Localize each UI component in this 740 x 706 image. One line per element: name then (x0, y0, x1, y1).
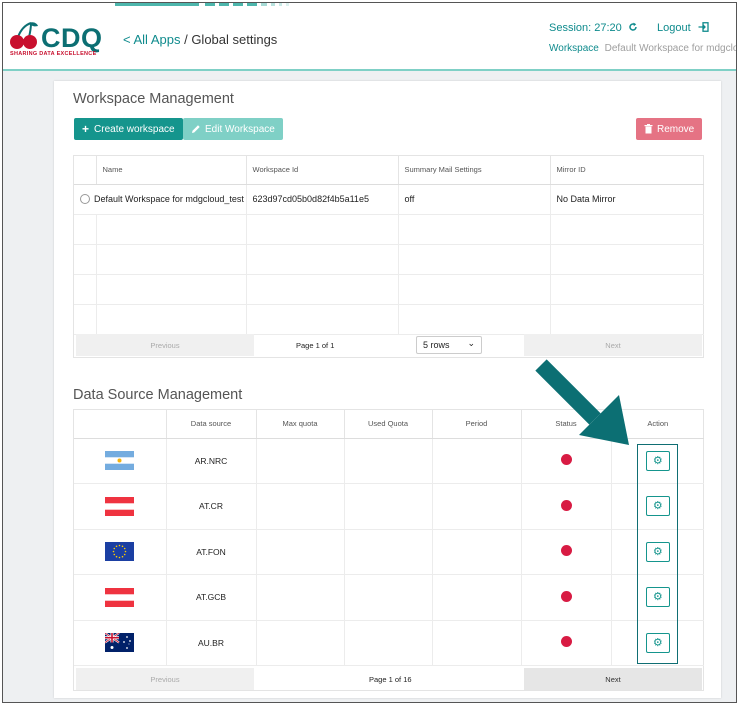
status-indicator (560, 499, 572, 511)
page-title: Global settings (191, 32, 278, 47)
trash-icon (644, 124, 653, 134)
max-quota-cell (255, 529, 344, 575)
select-column-header (74, 155, 96, 185)
data-source-cell: AR.NRC (165, 438, 256, 484)
data-source-management-title: Data Source Management (73, 387, 243, 403)
empty-row (74, 274, 704, 305)
data-source-cell: AT.FON (165, 529, 256, 575)
data-source-cell: AU.BR (165, 620, 256, 666)
column-header-mirror-id[interactable]: Mirror ID (549, 155, 704, 185)
column-header-name[interactable]: Name (95, 155, 246, 185)
data-source-cell: AT.CR (165, 483, 256, 530)
logout-icon (698, 22, 709, 32)
max-quota-cell (255, 574, 344, 621)
cdq-logo[interactable]: CDQ SHARING DATA EXCELLENCE (9, 17, 104, 61)
logo-tagline: SHARING DATA EXCELLENCE (10, 51, 97, 57)
remove-label: Remove (657, 123, 695, 135)
period-cell (431, 574, 521, 621)
create-workspace-label: Create workspace (94, 123, 175, 135)
logout-button[interactable]: Logout (657, 22, 709, 34)
workspace-indicator: Workspace Default Workspace for mdgcloud… (549, 43, 736, 54)
rows-per-page-select[interactable]: 5 rows ⌄ (416, 336, 482, 354)
refresh-icon[interactable] (628, 22, 638, 32)
cherry-icon (10, 22, 38, 49)
edit-workspace-button[interactable]: Edit Workspace (183, 118, 283, 140)
breadcrumb: < All Apps / Global settings (123, 32, 277, 47)
mirror-id-cell: No Data Mirror (549, 184, 704, 215)
australia-flag-icon (105, 633, 135, 653)
logo-text: CDQ (41, 23, 103, 53)
all-apps-link[interactable]: < All Apps (123, 32, 180, 47)
period-cell (431, 529, 521, 575)
argentina-flag-icon (105, 451, 135, 471)
column-header-used-quota[interactable]: Used Quota (343, 410, 432, 439)
row-select-radio[interactable] (80, 194, 90, 205)
session-timer: Session: 27:20 (549, 22, 638, 34)
workspace-value[interactable]: Default Workspace for mdgcloud_test (605, 43, 736, 54)
column-header-summary-mail[interactable]: Summary Mail Settings (397, 155, 550, 185)
workspace-table: Name Workspace Id Summary Mail Settings … (74, 155, 704, 335)
used-quota-cell (343, 574, 432, 621)
empty-row (74, 304, 704, 335)
loading-bar (115, 3, 305, 6)
table-row: AU.BR ⚙ (74, 620, 704, 666)
edit-workspace-label: Edit Workspace (205, 123, 275, 135)
workspace-name-cell: Default Workspace for mdgcloud_test (94, 193, 244, 204)
data-source-pagination: Previous Page 1 of 16 Next (76, 668, 702, 690)
column-header-flag (74, 410, 166, 439)
column-header-data-source[interactable]: Data source (165, 410, 256, 439)
empty-row (74, 244, 704, 275)
rows-per-page-value: 5 rows (423, 340, 450, 350)
page-indicator: Page 1 of 16 (369, 674, 412, 684)
period-cell (431, 483, 521, 530)
used-quota-cell (343, 483, 432, 530)
column-header-max-quota[interactable]: Max quota (255, 410, 344, 439)
logout-label: Logout (657, 22, 691, 34)
top-header: CDQ SHARING DATA EXCELLENCE < All Apps /… (3, 3, 736, 71)
session-label: Session: 27:20 (549, 22, 622, 34)
action-column-highlight (637, 444, 678, 664)
empty-row (74, 214, 704, 245)
app-window: CDQ SHARING DATA EXCELLENCE < All Apps /… (2, 2, 737, 703)
table-row: AT.GCB ⚙ (74, 574, 704, 621)
table-header-row: Name Workspace Id Summary Mail Settings … (74, 155, 704, 185)
breadcrumb-separator: / (180, 32, 192, 47)
page-indicator: Page 1 of 1 (296, 340, 335, 350)
workspace-label: Workspace (549, 43, 599, 54)
table-row: AT.FON ⚙ (74, 529, 704, 575)
max-quota-cell (255, 620, 344, 666)
used-quota-cell (343, 438, 432, 484)
previous-page-button[interactable]: Previous (76, 334, 254, 356)
period-cell (431, 438, 521, 484)
used-quota-cell (343, 529, 432, 575)
data-source-cell: AT.GCB (165, 574, 256, 621)
column-header-workspace-id[interactable]: Workspace Id (245, 155, 398, 185)
status-indicator (560, 545, 572, 557)
period-cell (431, 620, 521, 666)
next-page-button[interactable]: Next (524, 668, 702, 690)
remove-button[interactable]: Remove (636, 118, 703, 140)
table-row[interactable]: Default Workspace for mdgcloud_test 623d… (74, 184, 704, 215)
austria-flag-icon (105, 496, 135, 516)
austria-flag-icon (105, 587, 135, 607)
annotation-arrow-icon (535, 359, 629, 445)
plus-icon: + (82, 122, 90, 136)
status-indicator (560, 454, 572, 466)
max-quota-cell (255, 483, 344, 530)
chevron-down-icon: ⌄ (467, 338, 475, 348)
workspace-id-cell: 623d97cd05b0d82f4b5a11e5 (245, 184, 398, 215)
used-quota-cell (343, 620, 432, 666)
previous-page-button[interactable]: Previous (76, 668, 254, 690)
status-indicator (560, 590, 572, 602)
status-indicator (560, 636, 572, 648)
summary-mail-cell: off (397, 184, 550, 215)
pencil-icon (192, 125, 200, 133)
create-workspace-button[interactable]: + Create workspace (74, 118, 183, 140)
column-header-period[interactable]: Period (431, 410, 521, 439)
workspace-management-title: Workspace Management (73, 91, 234, 107)
eu-flag-icon (105, 542, 135, 562)
max-quota-cell (255, 438, 344, 484)
table-row: AT.CR ⚙ (74, 483, 704, 530)
